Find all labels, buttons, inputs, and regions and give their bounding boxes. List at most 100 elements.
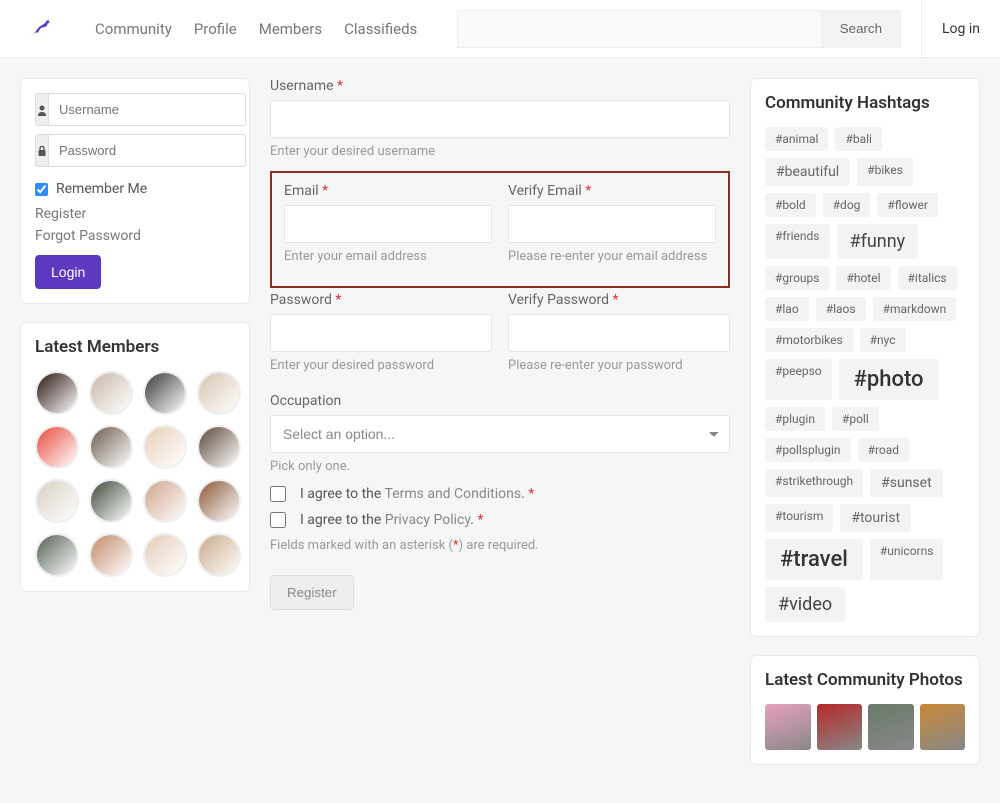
- forgot-password-link[interactable]: Forgot Password: [35, 225, 235, 247]
- hashtag[interactable]: #travel: [765, 539, 863, 580]
- nav-community[interactable]: Community: [95, 20, 172, 38]
- avatar[interactable]: [143, 533, 187, 577]
- hashtag[interactable]: #italics: [898, 266, 957, 290]
- password-input[interactable]: [48, 134, 246, 167]
- latest-photos-title: Latest Community Photos: [765, 670, 965, 690]
- hashtag[interactable]: #flower: [877, 193, 938, 217]
- occupation-select[interactable]: Select an option...: [270, 415, 730, 453]
- hashtag[interactable]: #nyc: [860, 328, 906, 352]
- lock-icon: [35, 134, 48, 167]
- avatar[interactable]: [197, 533, 241, 577]
- avatar[interactable]: [89, 425, 133, 469]
- logo[interactable]: [20, 9, 60, 49]
- nav-classifieds[interactable]: Classifieds: [344, 20, 417, 38]
- hashtag[interactable]: #road: [858, 438, 909, 462]
- reg-password-input[interactable]: [270, 314, 492, 352]
- username-label: Username *: [270, 78, 730, 94]
- hashtag[interactable]: #poll: [832, 407, 879, 431]
- avatar[interactable]: [197, 371, 241, 415]
- required-note: Fields marked with an asterisk (*) are r…: [270, 538, 730, 553]
- hashtag[interactable]: #dog: [823, 193, 871, 217]
- avatar[interactable]: [35, 425, 79, 469]
- hashtag[interactable]: #motorbikes: [765, 328, 853, 352]
- hashtag[interactable]: #laos: [816, 297, 866, 321]
- avatar[interactable]: [143, 479, 187, 523]
- hashtag[interactable]: #bali: [835, 127, 882, 151]
- photo-thumb[interactable]: [868, 704, 914, 750]
- hashtag[interactable]: #peepso: [765, 359, 832, 400]
- avatar[interactable]: [89, 533, 133, 577]
- privacy-link[interactable]: Privacy Policy: [385, 512, 470, 528]
- login-button[interactable]: Login: [35, 255, 101, 289]
- verify-email-label: Verify Email *: [508, 183, 716, 199]
- avatar[interactable]: [35, 479, 79, 523]
- password-hint: Enter your desired password: [270, 358, 492, 373]
- username-input[interactable]: [48, 93, 246, 126]
- hashtag[interactable]: #tourist: [840, 504, 911, 532]
- avatar[interactable]: [197, 425, 241, 469]
- reg-username-input[interactable]: [270, 100, 730, 138]
- email-label: Email *: [284, 183, 492, 199]
- hashtag[interactable]: #sunset: [870, 469, 943, 497]
- avatar[interactable]: [35, 533, 79, 577]
- search-input[interactable]: [457, 10, 820, 48]
- hashtag[interactable]: #unicorns: [870, 539, 944, 580]
- hashtag[interactable]: #pollsplugin: [765, 438, 851, 462]
- nav-profile[interactable]: Profile: [194, 20, 237, 38]
- avatar[interactable]: [89, 479, 133, 523]
- hashtag[interactable]: #hotel: [836, 266, 890, 290]
- user-icon: [35, 93, 48, 126]
- hashtag[interactable]: #photo: [839, 359, 939, 400]
- remember-me[interactable]: Remember Me: [35, 175, 235, 203]
- hashtag[interactable]: #groups: [765, 266, 829, 290]
- avatar[interactable]: [197, 479, 241, 523]
- login-link[interactable]: Log in: [921, 0, 980, 58]
- terms-row[interactable]: I agree to the Terms and Conditions. *: [270, 486, 730, 502]
- photo-thumb[interactable]: [920, 704, 966, 750]
- hashtag[interactable]: #video: [765, 587, 845, 622]
- register-link[interactable]: Register: [35, 203, 235, 225]
- avatar[interactable]: [89, 371, 133, 415]
- latest-photos-box: Latest Community Photos: [750, 655, 980, 765]
- avatar[interactable]: [143, 425, 187, 469]
- nav-members[interactable]: Members: [259, 20, 322, 38]
- login-box: Remember Me Register Forgot Password Log…: [20, 78, 250, 304]
- search-button[interactable]: Search: [821, 10, 901, 48]
- hashtag[interactable]: #friends: [765, 224, 830, 259]
- photo-thumb[interactable]: [765, 704, 811, 750]
- reg-verify-email-input[interactable]: [508, 205, 716, 243]
- hashtag[interactable]: #bikes: [857, 158, 913, 186]
- photo-thumb[interactable]: [817, 704, 863, 750]
- verify-password-label: Verify Password *: [508, 292, 730, 308]
- header: Community Profile Members Classifieds Se…: [0, 0, 1000, 58]
- remember-checkbox[interactable]: [35, 183, 48, 196]
- hashtag[interactable]: #markdown: [873, 297, 957, 321]
- occupation-label: Occupation: [270, 393, 730, 409]
- privacy-row[interactable]: I agree to the Privacy Policy. *: [270, 512, 730, 528]
- hashtag[interactable]: #plugin: [765, 407, 825, 431]
- email-hint: Enter your email address: [284, 249, 492, 264]
- avatar[interactable]: [35, 371, 79, 415]
- avatar[interactable]: [143, 371, 187, 415]
- reg-email-input[interactable]: [284, 205, 492, 243]
- hashtag[interactable]: #lao: [765, 297, 809, 321]
- reg-verify-password-input[interactable]: [508, 314, 730, 352]
- hashtag[interactable]: #animal: [765, 127, 828, 151]
- hashtag[interactable]: #tourism: [765, 504, 833, 532]
- verify-password-hint: Please re-enter your password: [508, 358, 730, 373]
- register-button[interactable]: Register: [270, 575, 354, 610]
- hashtag[interactable]: #bold: [765, 193, 816, 217]
- verify-email-hint: Please re-enter your email address: [508, 249, 716, 264]
- latest-members: Latest Members: [20, 322, 250, 592]
- privacy-checkbox[interactable]: [270, 512, 286, 528]
- username-hint: Enter your desired username: [270, 144, 730, 159]
- hashtags-title: Community Hashtags: [765, 93, 965, 113]
- hashtag[interactable]: #strikethrough: [765, 469, 863, 497]
- password-label: Password *: [270, 292, 492, 308]
- hashtag[interactable]: #beautiful: [765, 158, 850, 186]
- main-nav: Community Profile Members Classifieds: [95, 20, 417, 38]
- hashtag[interactable]: #funny: [837, 224, 919, 259]
- terms-link[interactable]: Terms and Conditions: [385, 486, 522, 502]
- terms-checkbox[interactable]: [270, 486, 286, 502]
- search-form: Search: [457, 10, 901, 48]
